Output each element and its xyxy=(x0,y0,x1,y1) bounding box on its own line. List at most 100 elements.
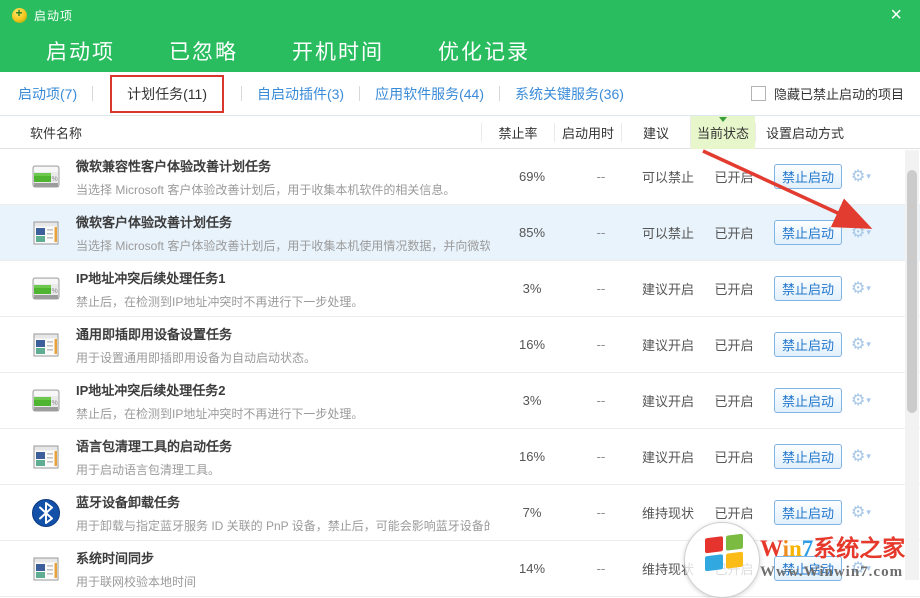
vertical-scrollbar[interactable] xyxy=(905,150,919,580)
subtab-app-services[interactable]: 应用软件服务(44) xyxy=(375,84,484,104)
action-cell: 禁止启动 ⚙▾ xyxy=(766,276,906,301)
task-name: 系统时间同步 xyxy=(76,548,490,567)
action-cell: 禁止启动 ⚙▾ xyxy=(766,500,906,525)
window-chart-icon xyxy=(30,217,62,249)
subtab-system-services[interactable]: 系统关键服务(36) xyxy=(515,84,624,104)
suggestion-value: 建议开启 xyxy=(634,447,702,466)
close-icon[interactable]: × xyxy=(884,5,908,25)
scrollbar-thumb[interactable] xyxy=(907,170,917,413)
caret-down-icon: ▾ xyxy=(866,508,871,517)
gear-icon: ⚙ xyxy=(851,337,865,353)
ban-rate-value: 3% xyxy=(496,393,568,408)
suggestion-value: 建议开启 xyxy=(634,391,702,410)
boot-time-value: -- xyxy=(568,393,634,408)
task-name: 语言包清理工具的启动任务 xyxy=(76,436,490,455)
disable-startup-button[interactable]: 禁止启动 xyxy=(774,500,842,525)
hide-disabled-label: 隐藏已禁止启动的项目 xyxy=(774,84,904,103)
gear-icon: ⚙ xyxy=(851,449,865,465)
app-logo-icon xyxy=(12,8,27,23)
row-texts: 通用即插即用设备设置任务 用于设置通用即插即用设备为自动启动状态。 xyxy=(76,324,496,366)
sub-nav: 启动项(7) 计划任务(11) 自启动插件(3) 应用软件服务(44) 系统关键… xyxy=(0,72,920,116)
disable-startup-button[interactable]: 禁止启动 xyxy=(774,332,842,357)
caret-down-icon: ▾ xyxy=(866,452,871,461)
disable-startup-button[interactable]: 禁止启动 xyxy=(774,276,842,301)
svg-text:%: % xyxy=(52,176,58,183)
boot-time-value: -- xyxy=(568,281,634,296)
header-ban-rate[interactable]: 禁止率 xyxy=(481,123,554,142)
subtab-autostart-plugins[interactable]: 自启动插件(3) xyxy=(257,84,344,104)
gear-dropdown-icon[interactable]: ⚙▾ xyxy=(851,225,871,241)
watermark-brand-part: 7 xyxy=(802,536,814,561)
window-title: 启动项 xyxy=(34,7,73,24)
task-description: 用于卸载与指定蓝牙服务 ID 关联的 PnP 设备，禁止后，可能会影响蓝牙设备的… xyxy=(76,517,490,534)
task-description: 当选择 Microsoft 客户体验改善计划后，用于收集本机软件的相关信息。 xyxy=(76,181,490,198)
gear-icon: ⚙ xyxy=(851,505,865,521)
suggestion-value: 可以禁止 xyxy=(634,167,702,186)
tab-ignored[interactable]: 已忽略 xyxy=(167,36,240,66)
suggestion-value: 可以禁止 xyxy=(634,223,702,242)
watermark-brand: Win7系统之家 xyxy=(760,529,920,563)
disable-startup-button[interactable]: 禁止启动 xyxy=(774,444,842,469)
main-nav: 启动项 已忽略 开机时间 优化记录 xyxy=(0,30,920,72)
boot-time-value: -- xyxy=(568,449,634,464)
caret-down-icon: ▾ xyxy=(866,228,871,237)
svg-text:%: % xyxy=(52,400,58,407)
disable-startup-button[interactable]: 禁止启动 xyxy=(774,220,842,245)
task-description: 用于设置通用即插即用设备为自动启动状态。 xyxy=(76,349,490,366)
checkbox-icon[interactable] xyxy=(751,86,766,101)
table-row[interactable]: % IP地址冲突后续处理任务2 禁止后，在检测到IP地址冲突时不再进行下一步处理… xyxy=(0,373,920,429)
row-texts: 微软兼容性客户体验改善计划任务 当选择 Microsoft 客户体验改善计划后，… xyxy=(76,156,496,198)
header-suggestion[interactable]: 建议 xyxy=(621,123,690,142)
ban-rate-value: 85% xyxy=(496,225,568,240)
status-value: 已开启 xyxy=(702,503,766,522)
disable-startup-button[interactable]: 禁止启动 xyxy=(774,388,842,413)
header-current-status[interactable]: 当前状态 xyxy=(690,116,755,149)
table-header: 软件名称 禁止率 启动用时 建议 当前状态 设置启动方式 xyxy=(0,116,920,149)
gear-dropdown-icon[interactable]: ⚙▾ xyxy=(851,393,871,409)
caret-down-icon: ▾ xyxy=(866,340,871,349)
gear-dropdown-icon[interactable]: ⚙▾ xyxy=(851,281,871,297)
task-description: 禁止后，在检测到IP地址冲突时不再进行下一步处理。 xyxy=(76,293,490,310)
gear-dropdown-icon[interactable]: ⚙▾ xyxy=(851,449,871,465)
svg-text:%: % xyxy=(52,288,58,295)
boot-time-value: -- xyxy=(568,169,634,184)
table-row[interactable]: % 微软兼容性客户体验改善计划任务 当选择 Microsoft 客户体验改善计划… xyxy=(0,149,920,205)
table-row[interactable]: % IP地址冲突后续处理任务1 禁止后，在检测到IP地址冲突时不再进行下一步处理… xyxy=(0,261,920,317)
tab-optimization-log[interactable]: 优化记录 xyxy=(436,36,532,66)
subtab-startup-items[interactable]: 启动项(7) xyxy=(18,84,77,104)
tab-boot-time[interactable]: 开机时间 xyxy=(290,36,386,66)
action-cell: 禁止启动 ⚙▾ xyxy=(766,164,906,189)
gear-icon: ⚙ xyxy=(851,393,865,409)
status-value: 已开启 xyxy=(702,391,766,410)
window-chart-icon xyxy=(30,329,62,361)
subtab-scheduled-tasks[interactable]: 计划任务(11) xyxy=(110,75,224,113)
row-texts: IP地址冲突后续处理任务2 禁止后，在检测到IP地址冲突时不再进行下一步处理。 xyxy=(76,380,496,422)
header-boot-time[interactable]: 启动用时 xyxy=(554,123,621,142)
gear-dropdown-icon[interactable]: ⚙▾ xyxy=(851,337,871,353)
gear-dropdown-icon[interactable]: ⚙▾ xyxy=(851,505,871,521)
table-row[interactable]: 微软客户体验改善计划任务 当选择 Microsoft 客户体验改善计划后，用于收… xyxy=(0,205,920,261)
watermark-text: Win7系统之家 Www.Winwin7.com xyxy=(760,529,920,581)
caret-down-icon: ▾ xyxy=(866,172,871,181)
table-row[interactable]: 语言包清理工具的启动任务 用于启动语言包清理工具。 16% -- 建议开启 已开… xyxy=(0,429,920,485)
caret-down-icon: ▾ xyxy=(866,396,871,405)
window-chart-icon xyxy=(30,441,62,473)
suggestion-value: 建议开启 xyxy=(634,335,702,354)
header-software-name[interactable]: 软件名称 xyxy=(0,123,481,142)
task-name: 通用即插即用设备设置任务 xyxy=(76,324,490,343)
table-row[interactable]: 通用即插即用设备设置任务 用于设置通用即插即用设备为自动启动状态。 16% --… xyxy=(0,317,920,373)
row-texts: 语言包清理工具的启动任务 用于启动语言包清理工具。 xyxy=(76,436,496,478)
suggestion-value: 建议开启 xyxy=(634,279,702,298)
status-value: 已开启 xyxy=(702,335,766,354)
server-gauge-icon: % xyxy=(30,273,62,305)
tab-startup-items[interactable]: 启动项 xyxy=(44,36,117,66)
hide-disabled-option[interactable]: 隐藏已禁止启动的项目 xyxy=(751,84,904,103)
ban-rate-value: 3% xyxy=(496,281,568,296)
gear-dropdown-icon[interactable]: ⚙▾ xyxy=(851,169,871,185)
divider xyxy=(499,86,500,101)
disable-startup-button[interactable]: 禁止启动 xyxy=(774,164,842,189)
watermark: Win7系统之家 Www.Winwin7.com xyxy=(682,528,920,580)
ban-rate-value: 14% xyxy=(496,561,568,576)
gear-icon: ⚙ xyxy=(851,169,865,185)
caret-down-icon: ▾ xyxy=(866,284,871,293)
